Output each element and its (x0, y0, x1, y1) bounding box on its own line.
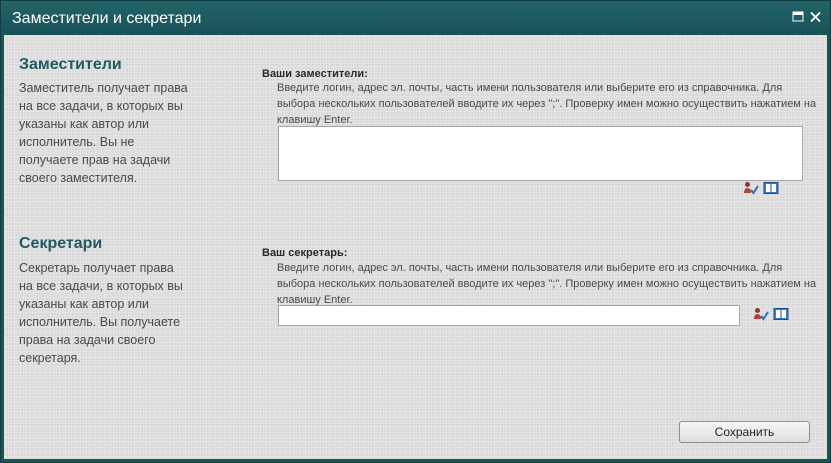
deputies-picker (743, 181, 783, 195)
address-book-icon[interactable] (773, 307, 789, 321)
secretaries-hint: Введите логин, адрес эл. почты, часть им… (277, 262, 817, 306)
check-names-icon[interactable] (753, 307, 769, 321)
dialog-content: Заместители Заместитель получает права н… (4, 35, 827, 459)
secretaries-description: Секретарь получает права на все задачи, … (19, 261, 183, 365)
secretaries-field-label: Ваш секретарь: (262, 247, 348, 259)
window-title: Заместители и секретари (12, 10, 202, 27)
address-book-icon[interactable] (763, 181, 779, 195)
secretary-picker (753, 307, 793, 321)
deputies-hint: Введите логин, адрес эл. почты, часть им… (277, 82, 817, 126)
deputies-description: Заместитель получает права на все задачи… (19, 81, 188, 185)
secretary-input[interactable] (278, 305, 740, 326)
deputies-field-label: Ваши заместители: (262, 68, 368, 80)
maximize-icon[interactable] (792, 10, 805, 22)
title-bar: Заместители и секретари (1, 1, 830, 35)
close-icon[interactable] (809, 10, 822, 23)
check-names-icon[interactable] (743, 181, 759, 195)
save-button[interactable]: Сохранить (679, 421, 810, 443)
secretaries-heading: Секретари (19, 235, 103, 252)
deputies-heading: Заместители (19, 56, 122, 73)
dialog-window: Заместители и секретари Заместители Заме… (0, 0, 831, 463)
deputies-input[interactable] (278, 126, 803, 181)
